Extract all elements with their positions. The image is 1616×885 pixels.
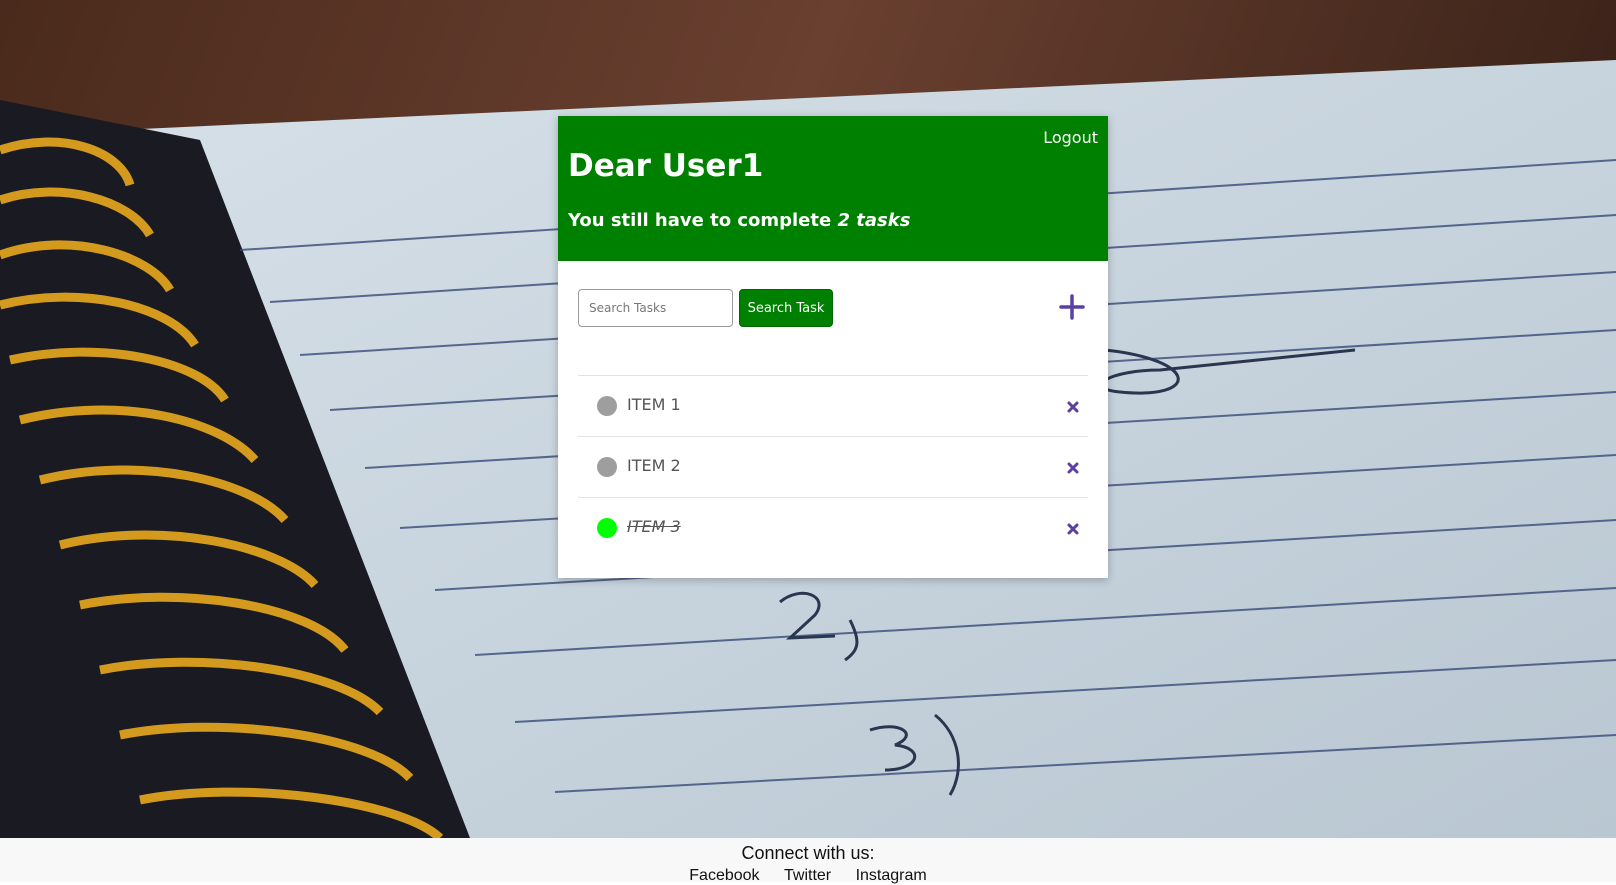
task-label: ITEM 1 xyxy=(627,395,681,414)
summary-count: 2 tasks xyxy=(837,210,911,231)
task-list: ITEM 1 ITEM 2 ITEM 3 xyxy=(578,375,1088,558)
task-label: ITEM 2 xyxy=(627,456,681,475)
facebook-link[interactable]: Facebook xyxy=(689,867,759,884)
close-icon[interactable] xyxy=(1066,521,1080,535)
task-item: ITEM 3 xyxy=(578,498,1088,558)
footer: Connect with us: Facebook Twitter Instag… xyxy=(0,838,1616,885)
task-toolbar: Search Task xyxy=(578,289,1088,329)
status-circle-icon[interactable] xyxy=(597,518,617,538)
summary-text: You still have to complete xyxy=(568,210,832,231)
task-label: ITEM 3 xyxy=(627,517,681,536)
card-header: Logout Dear User1 You still have to comp… xyxy=(558,116,1108,261)
search-input[interactable] xyxy=(578,289,733,327)
pending-tasks-summary: You still have to complete 2 tasks xyxy=(568,210,910,231)
greeting-title: Dear User1 xyxy=(568,148,764,184)
instagram-link[interactable]: Instagram xyxy=(856,867,927,884)
logout-link[interactable]: Logout xyxy=(1043,128,1098,147)
social-links: Facebook Twitter Instagram xyxy=(0,867,1616,885)
task-item: ITEM 2 xyxy=(578,437,1088,498)
status-circle-icon[interactable] xyxy=(597,396,617,416)
status-circle-icon[interactable] xyxy=(597,457,617,477)
search-task-button[interactable]: Search Task xyxy=(739,289,833,327)
task-item: ITEM 1 xyxy=(578,376,1088,437)
footer-title: Connect with us: xyxy=(741,843,875,863)
close-icon[interactable] xyxy=(1066,399,1080,413)
close-icon[interactable] xyxy=(1066,460,1080,474)
twitter-link[interactable]: Twitter xyxy=(784,867,831,884)
plus-icon[interactable] xyxy=(1056,291,1088,323)
